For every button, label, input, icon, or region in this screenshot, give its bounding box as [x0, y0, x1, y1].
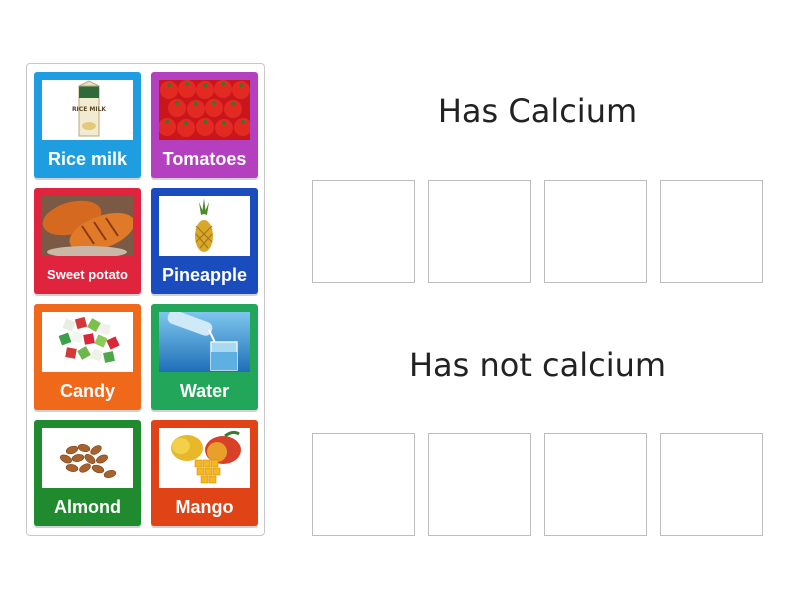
card-label: Pineapple: [161, 265, 248, 285]
drop-slot-has-not-calcium-4[interactable]: [660, 433, 763, 536]
milk-carton-text: RICE MILK: [72, 106, 106, 113]
card-candy[interactable]: Candy: [34, 304, 141, 410]
pineapple-image: [159, 196, 250, 256]
almond-image: [42, 428, 133, 488]
group-title-has-calcium: Has Calcium: [437, 92, 638, 130]
drop-slot-has-calcium-2[interactable]: [428, 180, 531, 283]
drop-slot-has-calcium-1[interactable]: [312, 180, 415, 283]
rice-milk-image: RICE MILK: [42, 80, 133, 140]
card-pineapple[interactable]: Pineapple: [151, 188, 258, 294]
card-label: Water: [179, 381, 230, 401]
tomatoes-image: [159, 80, 250, 140]
group-title-has-not-calcium: Has not calcium: [408, 346, 667, 384]
card-label: Sweet potato: [47, 267, 128, 282]
card-water[interactable]: Water: [151, 304, 258, 410]
candy-image: [42, 312, 133, 372]
drop-slot-has-calcium-4[interactable]: [660, 180, 763, 283]
drop-slot-has-calcium-3[interactable]: [544, 180, 647, 283]
card-label: Tomatoes: [162, 149, 247, 169]
card-tray: RICE MILK Rice milk Tomatoes Sweet potat…: [26, 63, 265, 536]
sweet-potato-image: [42, 196, 133, 256]
mango-image: [159, 428, 250, 488]
card-tomatoes[interactable]: Tomatoes: [151, 72, 258, 178]
card-label: Candy: [59, 381, 115, 401]
water-image: [159, 312, 250, 372]
card-mango[interactable]: Mango: [151, 420, 258, 526]
card-label: Almond: [54, 497, 121, 517]
drop-slot-has-not-calcium-1[interactable]: [312, 433, 415, 536]
card-almond[interactable]: Almond: [34, 420, 141, 526]
card-rice-milk[interactable]: RICE MILK Rice milk: [34, 72, 141, 178]
card-sweet-potato[interactable]: Sweet potato: [34, 188, 141, 294]
card-label: Mango: [175, 497, 234, 517]
drop-slot-has-not-calcium-2[interactable]: [428, 433, 531, 536]
card-label: Rice milk: [47, 149, 128, 169]
drop-slot-has-not-calcium-3[interactable]: [544, 433, 647, 536]
